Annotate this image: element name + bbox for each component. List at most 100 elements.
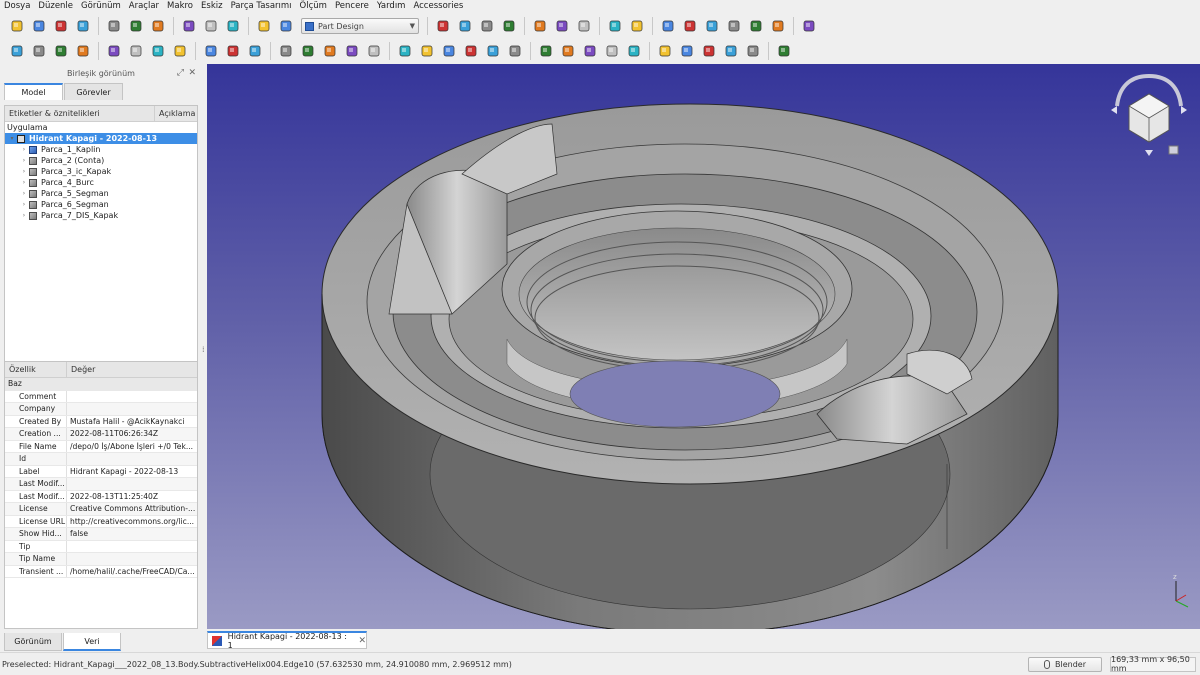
hole-icon[interactable] [419,43,436,60]
props-header-value[interactable]: Değer [67,362,197,377]
pocket-icon[interactable] [397,43,414,60]
bottom-view-icon[interactable] [748,18,765,35]
mirrored-icon[interactable] [657,43,674,60]
boolean-icon[interactable] [626,43,643,60]
property-row[interactable]: Show Hid... false [5,528,197,541]
create-body-icon[interactable] [9,43,26,60]
collapsed-arrow-icon[interactable]: › [19,212,29,219]
polar-pattern-icon[interactable] [701,43,718,60]
copy-icon[interactable] [128,18,145,35]
pad-icon[interactable] [278,43,295,60]
property-value[interactable]: false [67,529,197,538]
collapsed-arrow-icon[interactable]: › [19,201,29,208]
property-value[interactable]: 2022-08-11T06:26:34Z [67,429,197,438]
menu-item-10[interactable]: Accessories [413,0,463,13]
create-part-icon[interactable] [31,43,48,60]
property-row[interactable]: Id [5,453,197,466]
property-row[interactable]: Transient .../home/halil/.cache/FreeCAD/… [5,565,197,578]
view-fit-all-icon[interactable] [435,18,452,35]
forward-icon[interactable] [554,18,571,35]
bounding-box-icon[interactable] [501,18,518,35]
scaled-icon[interactable] [723,43,740,60]
float-icon[interactable]: ⤢ [177,68,184,78]
cut-icon[interactable] [106,18,123,35]
macro-icon[interactable] [225,18,242,35]
property-row[interactable]: Company [5,403,197,416]
navigation-cube[interactable] [1107,70,1191,162]
tree-item-6[interactable]: › Parca_6_Segman [5,199,197,210]
shape-binder-icon[interactable] [75,43,92,60]
draw-style-icon[interactable] [479,18,496,35]
collapsed-arrow-icon[interactable]: › [19,146,29,153]
tree-item-3[interactable]: › Parca_3_ic_Kapak [5,166,197,177]
menu-item-1[interactable]: Düzenle [38,0,73,13]
fillet-icon[interactable] [538,43,555,60]
collapsed-arrow-icon[interactable]: › [19,179,29,186]
sprocket-icon[interactable] [776,43,793,60]
front-view-icon[interactable] [660,18,677,35]
props-header-property[interactable]: Özellik [5,362,67,377]
menu-item-2[interactable]: Görünüm [81,0,121,13]
collapsed-arrow-icon[interactable]: › [19,190,29,197]
view-fit-selection-icon[interactable] [457,18,474,35]
sketch-icon[interactable] [203,43,220,60]
document-tab[interactable]: Hidrant Kapagi - 2022-08-13 : 1 ✕ [207,631,367,650]
revolution-icon[interactable] [300,43,317,60]
subtractive-loft-icon[interactable] [463,43,480,60]
collapsed-arrow-icon[interactable]: › [19,157,29,164]
loft-icon[interactable] [322,43,339,60]
tree-item-7[interactable]: › Parca_7_DIS_Kapak [5,210,197,221]
property-value[interactable]: /depo/0 İş/Abone İşleri +/0 Tek... [67,442,197,451]
menu-item-9[interactable]: Yardım [377,0,406,13]
right-view-icon[interactable] [704,18,721,35]
tab-model[interactable]: Model [4,83,63,100]
export-icon[interactable] [53,43,70,60]
print-icon[interactable] [75,18,92,35]
thickness-icon[interactable] [604,43,621,60]
subtractive-helix-icon[interactable] [507,43,524,60]
chamfer-icon[interactable] [560,43,577,60]
datum-plane-icon[interactable] [150,43,167,60]
tree-item-2[interactable]: › Parca_2 (Conta) [5,155,197,166]
property-value[interactable]: Hidrant Kapagi - 2022-08-13 [67,467,197,476]
top-view-icon[interactable] [682,18,699,35]
measure-icon[interactable] [801,18,818,35]
workbench-selector[interactable]: Part Design ▼ [301,18,419,34]
rear-view-icon[interactable] [726,18,743,35]
pipe-icon[interactable] [344,43,361,60]
back-icon[interactable] [532,18,549,35]
sync-view-icon[interactable] [576,18,593,35]
groove-icon[interactable] [441,43,458,60]
property-row[interactable]: License URL http://creativecommons.org/li… [5,515,197,528]
property-value[interactable]: /home/halil/.cache/FreeCAD/Ca... [67,567,197,576]
property-row[interactable]: Comment [5,390,197,403]
menu-item-0[interactable]: Dosya [4,0,30,13]
property-row[interactable]: File Name/depo/0 İş/Abone İşleri +/0 Tek… [5,440,197,453]
whats-this-icon[interactable] [278,18,295,35]
multitransform-icon[interactable] [745,43,762,60]
tree-header-description[interactable]: Açıklama [155,106,197,121]
property-row[interactable]: Tip [5,540,197,553]
expand-icon[interactable]: ▾ [7,135,17,142]
close-icon[interactable]: ✕ [188,68,196,78]
tree-header-labels[interactable]: Etiketler & öznitelikleri [5,106,155,121]
vertical-splitter[interactable]: ⁞ [202,345,205,354]
undo-icon[interactable] [181,18,198,35]
tab-view[interactable]: Görünüm [4,633,62,651]
property-value[interactable]: http://creativecommons.org/lic... [67,517,197,526]
tree-item-4[interactable]: › Parca_4_Burc [5,177,197,188]
datum-point-icon[interactable] [106,43,123,60]
save-icon[interactable] [53,18,70,35]
property-row[interactable]: Created By Mustafa Halil - @AcikKaynakci [5,415,197,428]
menu-item-4[interactable]: Makro [167,0,193,13]
open-file-icon[interactable] [31,18,48,35]
menu-item-6[interactable]: Parça Tasarımı [231,0,292,13]
menu-item-7[interactable]: Ölçüm [300,0,327,13]
zoom-icon[interactable] [607,18,624,35]
paste-icon[interactable] [150,18,167,35]
tab-tasks[interactable]: Görevler [64,83,123,100]
validate-sketch-icon[interactable] [225,43,242,60]
tree-item-0[interactable]: ▾ Hidrant Kapagi - 2022-08-13 [5,133,197,144]
navigation-style-button[interactable]: Blender [1028,656,1102,672]
map-sketch-icon[interactable] [247,43,264,60]
